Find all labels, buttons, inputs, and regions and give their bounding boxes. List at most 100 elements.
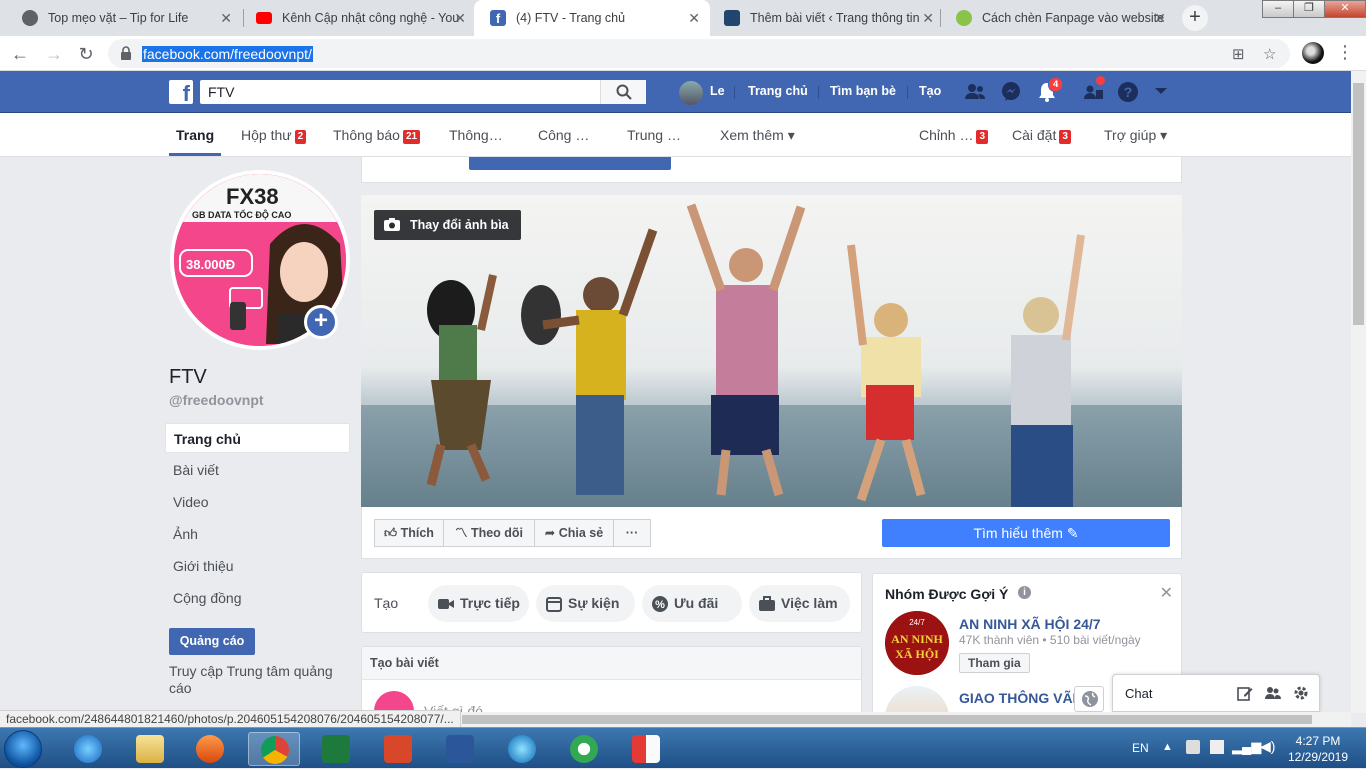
compose-icon[interactable]	[1237, 685, 1253, 701]
vertical-scrollbar[interactable]	[1351, 71, 1366, 713]
search-input[interactable]: FTV	[208, 84, 234, 100]
messenger-icon[interactable]	[1000, 81, 1022, 103]
browser-tab[interactable]: Cách chèn Fanpage vào website ✕	[940, 0, 1176, 36]
page-handle[interactable]: @freedoovnpt	[169, 392, 264, 408]
taskbar-app[interactable]	[372, 732, 424, 766]
group-avatar[interactable]: 24/7 AN NINH XÃ HỘI	[885, 611, 949, 675]
tray-arrow-icon[interactable]: ▲	[1162, 741, 1173, 753]
taskbar-app[interactable]	[558, 732, 610, 766]
tab-insights[interactable]: Thông…	[449, 127, 503, 143]
home-link[interactable]: Trang chủ	[748, 84, 808, 98]
like-page-button[interactable]: 👍︎ Thích	[374, 519, 444, 547]
browser-tab[interactable]: Top mẹo vặt – Tip for Life ✕	[6, 0, 242, 36]
left-nav-community[interactable]: Cộng đồng	[165, 583, 350, 613]
taskbar-excel[interactable]	[310, 732, 362, 766]
job-button[interactable]: Việc làm	[749, 585, 850, 622]
url-text[interactable]: facebook.com/freedoovnpt/	[142, 46, 313, 62]
address-bar[interactable]: facebook.com/freedoovnpt/ ⊞ ☆	[108, 39, 1290, 68]
taskbar-word[interactable]	[434, 732, 486, 766]
tab-more[interactable]: Xem thêm ▾	[720, 127, 795, 144]
browser-tab-active[interactable]: f (4) FTV - Trang chủ ✕	[474, 0, 710, 36]
taskbar-chrome[interactable]	[248, 732, 300, 766]
taskbar-unikey[interactable]	[620, 732, 672, 766]
left-nav-home[interactable]: Trang chủ	[165, 423, 350, 453]
friend-requests-icon[interactable]	[964, 81, 986, 103]
profile-avatar[interactable]	[1302, 42, 1324, 64]
left-nav-posts[interactable]: Bài viết	[165, 455, 350, 485]
network-icon[interactable]	[1210, 740, 1224, 754]
tab-notifications[interactable]: Thông báo 21	[333, 127, 421, 144]
share-button[interactable]: ➦ Chia sẻ	[534, 519, 614, 547]
language-indicator[interactable]: EN	[1132, 741, 1149, 755]
bookmark-star-icon[interactable]: ☆	[1263, 45, 1276, 63]
user-avatar[interactable]	[679, 81, 703, 105]
search-bar[interactable]: FTV	[200, 80, 646, 104]
scrollbar-thumb[interactable]	[462, 715, 1312, 724]
left-nav-videos[interactable]: Video	[165, 487, 350, 517]
close-icon[interactable]: ✕	[454, 10, 466, 27]
volume-icon[interactable]: ◀)	[1260, 738, 1275, 755]
learn-more-button[interactable]: Tìm hiểu thêm ✎	[882, 519, 1170, 547]
browser-menu-icon[interactable]: ⋮	[1336, 42, 1354, 63]
group-name-link[interactable]: GIAO THÔNG VÃI N	[959, 690, 1090, 706]
top-blue-button[interactable]	[469, 157, 671, 170]
taskbar-coccoc[interactable]	[496, 732, 548, 766]
reload-button[interactable]: ↻	[74, 42, 98, 66]
browser-tab[interactable]: Thêm bài viết ‹ Trang thông tin ✕	[708, 0, 944, 36]
start-button[interactable]	[4, 730, 42, 768]
browser-tab[interactable]: Kênh Cập nhật công nghệ - You ✕	[240, 0, 476, 36]
language-globe-button[interactable]	[1074, 686, 1104, 712]
tab-settings[interactable]: Cài đặt 3	[1012, 127, 1071, 144]
add-photo-button[interactable]: +	[304, 305, 338, 339]
info-icon[interactable]: i	[1018, 586, 1031, 599]
event-button[interactable]: Sự kiện	[536, 585, 635, 622]
clock[interactable]: 4:27 PM 12/29/2019	[1284, 733, 1352, 765]
translate-icon[interactable]: ⊞	[1232, 45, 1245, 63]
tab-page[interactable]: Trang	[176, 127, 214, 143]
tab-help[interactable]: Trợ giúp ▾	[1104, 127, 1167, 144]
close-icon[interactable]: ✕	[922, 10, 934, 27]
tab-center[interactable]: Trung …	[627, 127, 681, 143]
more-options-button[interactable]: ···	[613, 519, 651, 547]
taskbar-ie[interactable]	[62, 732, 114, 766]
close-icon[interactable]: ✕	[220, 10, 232, 27]
user-name-link[interactable]: Le	[710, 84, 725, 98]
tab-tools[interactable]: Công …	[538, 127, 589, 143]
find-friends-link[interactable]: Tìm bạn bè	[830, 84, 896, 98]
close-icon[interactable]: ✕	[1154, 10, 1166, 27]
chat-bar[interactable]: Chat	[1112, 674, 1320, 712]
minimize-button[interactable]: –	[1262, 0, 1294, 18]
new-tab-button[interactable]: +	[1182, 5, 1208, 31]
taskbar-explorer[interactable]	[124, 732, 176, 766]
maximize-button[interactable]: ❐	[1293, 0, 1325, 18]
back-button[interactable]: ←	[8, 42, 32, 66]
account-menu-chevron-icon[interactable]	[1154, 86, 1168, 96]
create-link[interactable]: Tạo	[919, 84, 941, 98]
change-cover-button[interactable]: Thay đổi ảnh bìa	[374, 210, 521, 240]
signal-icon[interactable]: ▂▄▆	[1232, 739, 1261, 755]
tray-app-icon[interactable]	[1186, 740, 1200, 754]
taskbar-media[interactable]	[184, 732, 236, 766]
ads-center-link[interactable]: Truy cập Trung tâm quảng cáo	[169, 663, 344, 697]
facebook-logo-icon[interactable]: f	[169, 80, 193, 104]
forward-button[interactable]: →	[42, 42, 66, 66]
go-live-button[interactable]: Trực tiếp	[428, 585, 529, 622]
tab-edit-page[interactable]: Chỉnh … 3	[919, 127, 989, 144]
help-icon[interactable]: ?	[1117, 81, 1139, 103]
scrollbar-thumb[interactable]	[1353, 83, 1364, 325]
new-group-icon[interactable]	[1265, 685, 1281, 701]
promote-button[interactable]: Quảng cáo	[169, 628, 255, 655]
follow-button[interactable]: 〽 Theo dõi	[443, 519, 535, 547]
join-group-button[interactable]: Tham gia	[959, 653, 1030, 673]
close-icon[interactable]: ✕	[1160, 583, 1173, 603]
tab-inbox[interactable]: Hộp thư 2	[241, 127, 307, 144]
close-icon[interactable]: ✕	[688, 10, 700, 27]
gear-icon[interactable]	[1293, 685, 1309, 701]
left-nav-photos[interactable]: Ảnh	[165, 519, 350, 549]
search-button[interactable]	[600, 80, 646, 104]
group-name-link[interactable]: AN NINH XÃ HỘI 24/7	[959, 616, 1101, 632]
left-nav-about[interactable]: Giới thiệu	[165, 551, 350, 581]
cover-photo[interactable]	[361, 195, 1182, 507]
offer-button[interactable]: % Ưu đãi	[642, 585, 742, 622]
window-close-button[interactable]: ✕	[1324, 0, 1366, 18]
